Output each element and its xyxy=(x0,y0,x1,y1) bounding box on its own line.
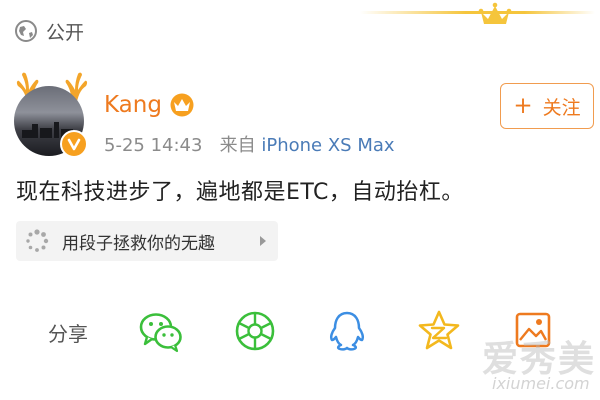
share-label: 分享 xyxy=(48,322,88,346)
visibility-label: 公开 xyxy=(46,21,85,44)
chevron-right-icon xyxy=(260,236,266,246)
follow-button[interactable]: + 关注 xyxy=(500,83,594,129)
spinner-dots-icon xyxy=(26,229,49,252)
post-time: 5-25 14:43 xyxy=(104,135,203,156)
top-crown-icon xyxy=(478,2,512,24)
watermark-url: ixiumei.com xyxy=(492,374,590,393)
visibility-row: 公开 xyxy=(14,16,84,46)
plus-icon: + xyxy=(513,92,533,119)
post-text: 现在科技进步了，遍地都是ETC，自动抬杠。 xyxy=(16,180,464,205)
user-name[interactable]: Kang xyxy=(104,92,162,118)
moments-icon[interactable] xyxy=(232,309,278,353)
crown-icon[interactable] xyxy=(168,93,196,117)
source-device-link[interactable]: iPhone XS Max xyxy=(261,135,394,156)
globe-icon xyxy=(15,20,37,42)
qq-icon[interactable] xyxy=(324,309,370,353)
follow-label: 关注 xyxy=(542,96,581,119)
avatar[interactable] xyxy=(14,72,94,158)
verified-v-icon xyxy=(60,130,88,158)
topic-chip[interactable]: 用段子拯救你的无趣 xyxy=(16,221,278,261)
topic-label: 用段子拯救你的无趣 xyxy=(62,233,215,254)
source-prefix: 来自 xyxy=(219,135,256,156)
qzone-star-icon[interactable] xyxy=(416,309,462,353)
post-meta: 5-25 14:43 来自 iPhone XS Max xyxy=(104,131,395,157)
wechat-icon[interactable] xyxy=(138,309,184,353)
